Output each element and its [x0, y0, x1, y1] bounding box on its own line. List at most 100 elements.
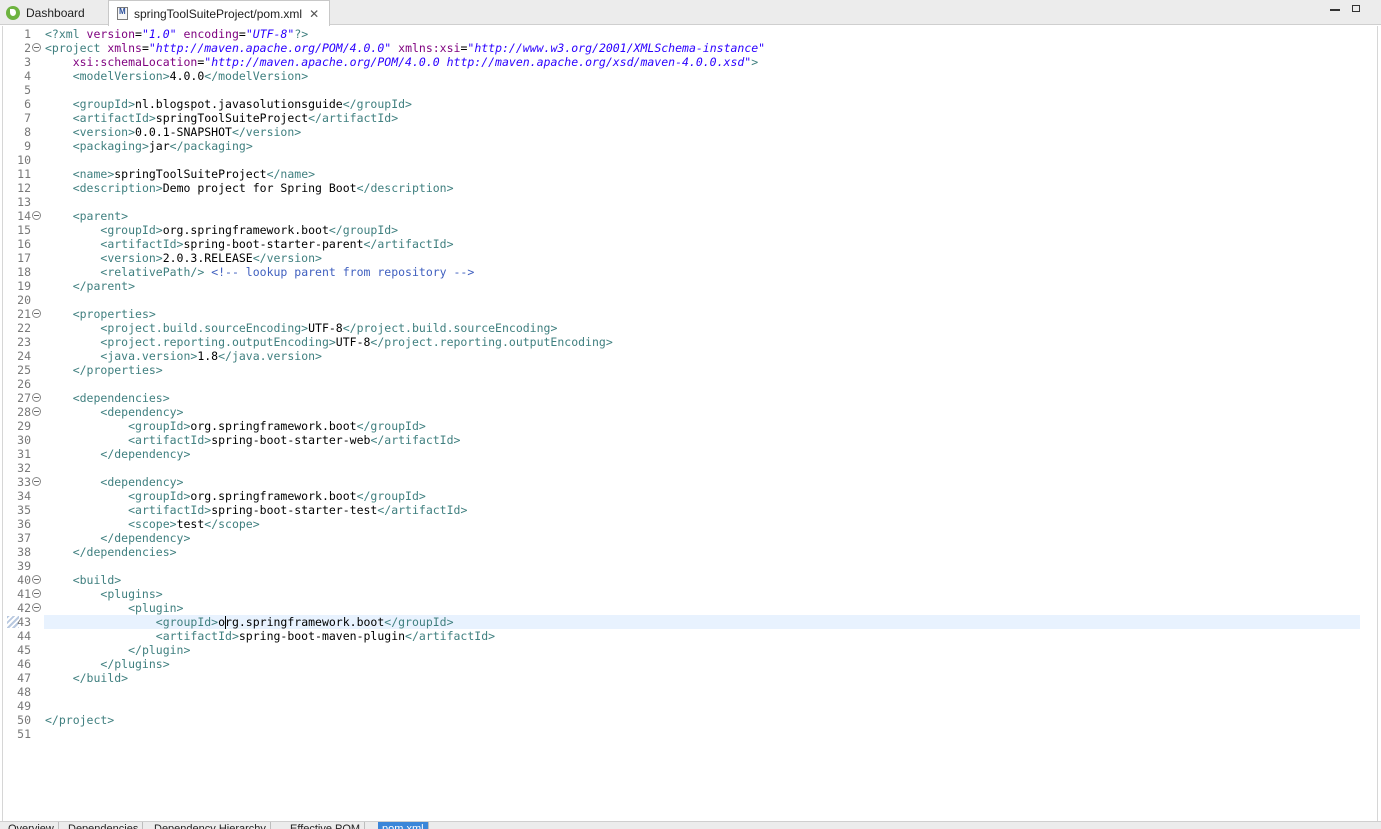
code-line[interactable]: </dependencies> — [45, 545, 1381, 559]
code-line[interactable]: <project.build.sourceEncoding>UTF-8</pro… — [45, 321, 1381, 335]
code-line[interactable]: <groupId>org.springframework.boot</group… — [45, 223, 1381, 237]
line-number: 31 — [17, 447, 31, 461]
code-line[interactable]: <groupId>org.springframework.boot</group… — [45, 419, 1381, 433]
code-line[interactable]: xsi:schemaLocation="http://maven.apache.… — [45, 55, 1381, 69]
page-tab-dependencies[interactable]: Dependencies — [64, 822, 144, 829]
line-number: 1 — [24, 27, 31, 41]
fold-collapse-icon[interactable] — [32, 477, 41, 486]
minimize-icon[interactable] — [1330, 9, 1340, 11]
code-line[interactable]: <name>springToolSuiteProject</name> — [45, 167, 1381, 181]
code-line[interactable]: </project> — [45, 713, 1381, 727]
code-line[interactable]: <artifactId>spring-boot-starter-parent</… — [45, 237, 1381, 251]
code-line[interactable]: <artifactId>spring-boot-maven-plugin</ar… — [45, 629, 1381, 643]
code-line[interactable]: </plugin> — [45, 643, 1381, 657]
code-line[interactable] — [45, 461, 1381, 475]
fold-collapse-icon[interactable] — [32, 575, 41, 584]
line-number: 32 — [17, 461, 31, 475]
code-line[interactable]: </plugins> — [45, 657, 1381, 671]
line-number: 38 — [17, 545, 31, 559]
code-line[interactable]: </dependency> — [45, 447, 1381, 461]
code-line[interactable]: <version>0.0.1-SNAPSHOT</version> — [45, 125, 1381, 139]
code-line[interactable]: <groupId>org.springframework.boot</group… — [45, 615, 1381, 629]
code-line[interactable]: <dependencies> — [45, 391, 1381, 405]
code-line[interactable]: </parent> — [45, 279, 1381, 293]
code-line[interactable] — [45, 153, 1381, 167]
code-line[interactable]: <plugin> — [45, 601, 1381, 615]
code-line[interactable] — [45, 559, 1381, 573]
line-number: 48 — [17, 685, 31, 699]
fold-collapse-icon[interactable] — [32, 393, 41, 402]
line-number: 23 — [17, 335, 31, 349]
code-line[interactable]: <version>2.0.3.RELEASE</version> — [45, 251, 1381, 265]
fold-collapse-icon[interactable] — [32, 211, 41, 220]
code-line[interactable]: </dependency> — [45, 531, 1381, 545]
code-line[interactable] — [45, 377, 1381, 391]
fold-collapse-icon[interactable] — [32, 309, 41, 318]
code-line[interactable]: <artifactId>spring-boot-starter-test</ar… — [45, 503, 1381, 517]
page-tab-dependency-hierarchy[interactable]: Dependency Hierarchy — [150, 822, 271, 829]
line-number: 51 — [17, 727, 31, 741]
fold-collapse-icon[interactable] — [32, 407, 41, 416]
line-number: 49 — [17, 699, 31, 713]
close-icon[interactable]: ✕ — [309, 7, 319, 21]
code-line[interactable]: <dependency> — [45, 405, 1381, 419]
editor-page-tabs: Overview Dependencies Dependency Hierarchy… — [0, 821, 1381, 829]
page-tab-overview[interactable]: Overview — [4, 822, 59, 829]
line-number: 44 — [17, 629, 31, 643]
line-number: 13 — [17, 195, 31, 209]
line-number: 33 — [17, 475, 31, 489]
line-number: 28 — [17, 405, 31, 419]
fold-collapse-icon[interactable] — [32, 43, 41, 52]
code-line[interactable]: <modelVersion>4.0.0</modelVersion> — [45, 69, 1381, 83]
code-line[interactable]: <properties> — [45, 307, 1381, 321]
line-number: 14 — [17, 209, 31, 223]
code-line[interactable] — [45, 195, 1381, 209]
page-tab-pom-xml[interactable]: pom.xml — [378, 822, 429, 829]
code-line[interactable]: <packaging>jar</packaging> — [45, 139, 1381, 153]
line-number: 16 — [17, 237, 31, 251]
maximize-icon[interactable] — [1352, 5, 1360, 12]
line-number: 41 — [17, 587, 31, 601]
line-number: 10 — [17, 153, 31, 167]
code-line[interactable]: <project.reporting.outputEncoding>UTF-8<… — [45, 335, 1381, 349]
code-line[interactable]: <build> — [45, 573, 1381, 587]
code-line[interactable]: <relativePath/> <!-- lookup parent from … — [45, 265, 1381, 279]
code-line[interactable]: <description>Demo project for Spring Boo… — [45, 181, 1381, 195]
line-number: 7 — [24, 111, 31, 125]
tab-pom-xml[interactable]: springToolSuiteProject/pom.xml ✕ — [108, 0, 330, 26]
page-tab-effective-pom[interactable]: Effective POM — [286, 822, 366, 829]
code-line[interactable]: <plugins> — [45, 587, 1381, 601]
code-line[interactable]: <artifactId>springToolSuiteProject</arti… — [45, 111, 1381, 125]
code-line[interactable] — [45, 699, 1381, 713]
code-line[interactable]: <project xmlns="http://maven.apache.org/… — [45, 41, 1381, 55]
code-line[interactable]: <?xml version="1.0" encoding="UTF-8"?> — [45, 27, 1381, 41]
tab-dashboard[interactable]: Dashboard — [0, 0, 106, 25]
code-line[interactable] — [45, 293, 1381, 307]
code-line[interactable]: </build> — [45, 671, 1381, 685]
code-line[interactable] — [45, 83, 1381, 97]
editor-tab-bar: Dashboard springToolSuiteProject/pom.xml… — [0, 0, 1381, 26]
fold-collapse-icon[interactable] — [32, 589, 41, 598]
code-line[interactable]: <scope>test</scope> — [45, 517, 1381, 531]
line-number: 4 — [24, 69, 31, 83]
code-line[interactable]: <parent> — [45, 209, 1381, 223]
line-number: 46 — [17, 657, 31, 671]
line-number: 50 — [17, 713, 31, 727]
line-number: 27 — [17, 391, 31, 405]
line-number: 45 — [17, 643, 31, 657]
code-line[interactable]: <groupId>nl.blogspot.javasolutionsguide<… — [45, 97, 1381, 111]
code-line[interactable]: <artifactId>spring-boot-starter-web</art… — [45, 433, 1381, 447]
code-line[interactable]: </properties> — [45, 363, 1381, 377]
fold-collapse-icon[interactable] — [32, 603, 41, 612]
code-line[interactable]: <groupId>org.springframework.boot</group… — [45, 489, 1381, 503]
code-line[interactable] — [45, 727, 1381, 741]
line-number: 20 — [17, 293, 31, 307]
code-line[interactable]: <dependency> — [45, 475, 1381, 489]
code-line[interactable] — [45, 685, 1381, 699]
line-number: 42 — [17, 601, 31, 615]
code-line[interactable]: <java.version>1.8</java.version> — [45, 349, 1381, 363]
line-number: 18 — [17, 265, 31, 279]
xml-source-editor[interactable]: 1 <?xml version="1.0" encoding="UTF-8"?> 2… — [2, 26, 1378, 821]
line-number: 36 — [17, 517, 31, 531]
line-number: 2 — [24, 41, 31, 55]
